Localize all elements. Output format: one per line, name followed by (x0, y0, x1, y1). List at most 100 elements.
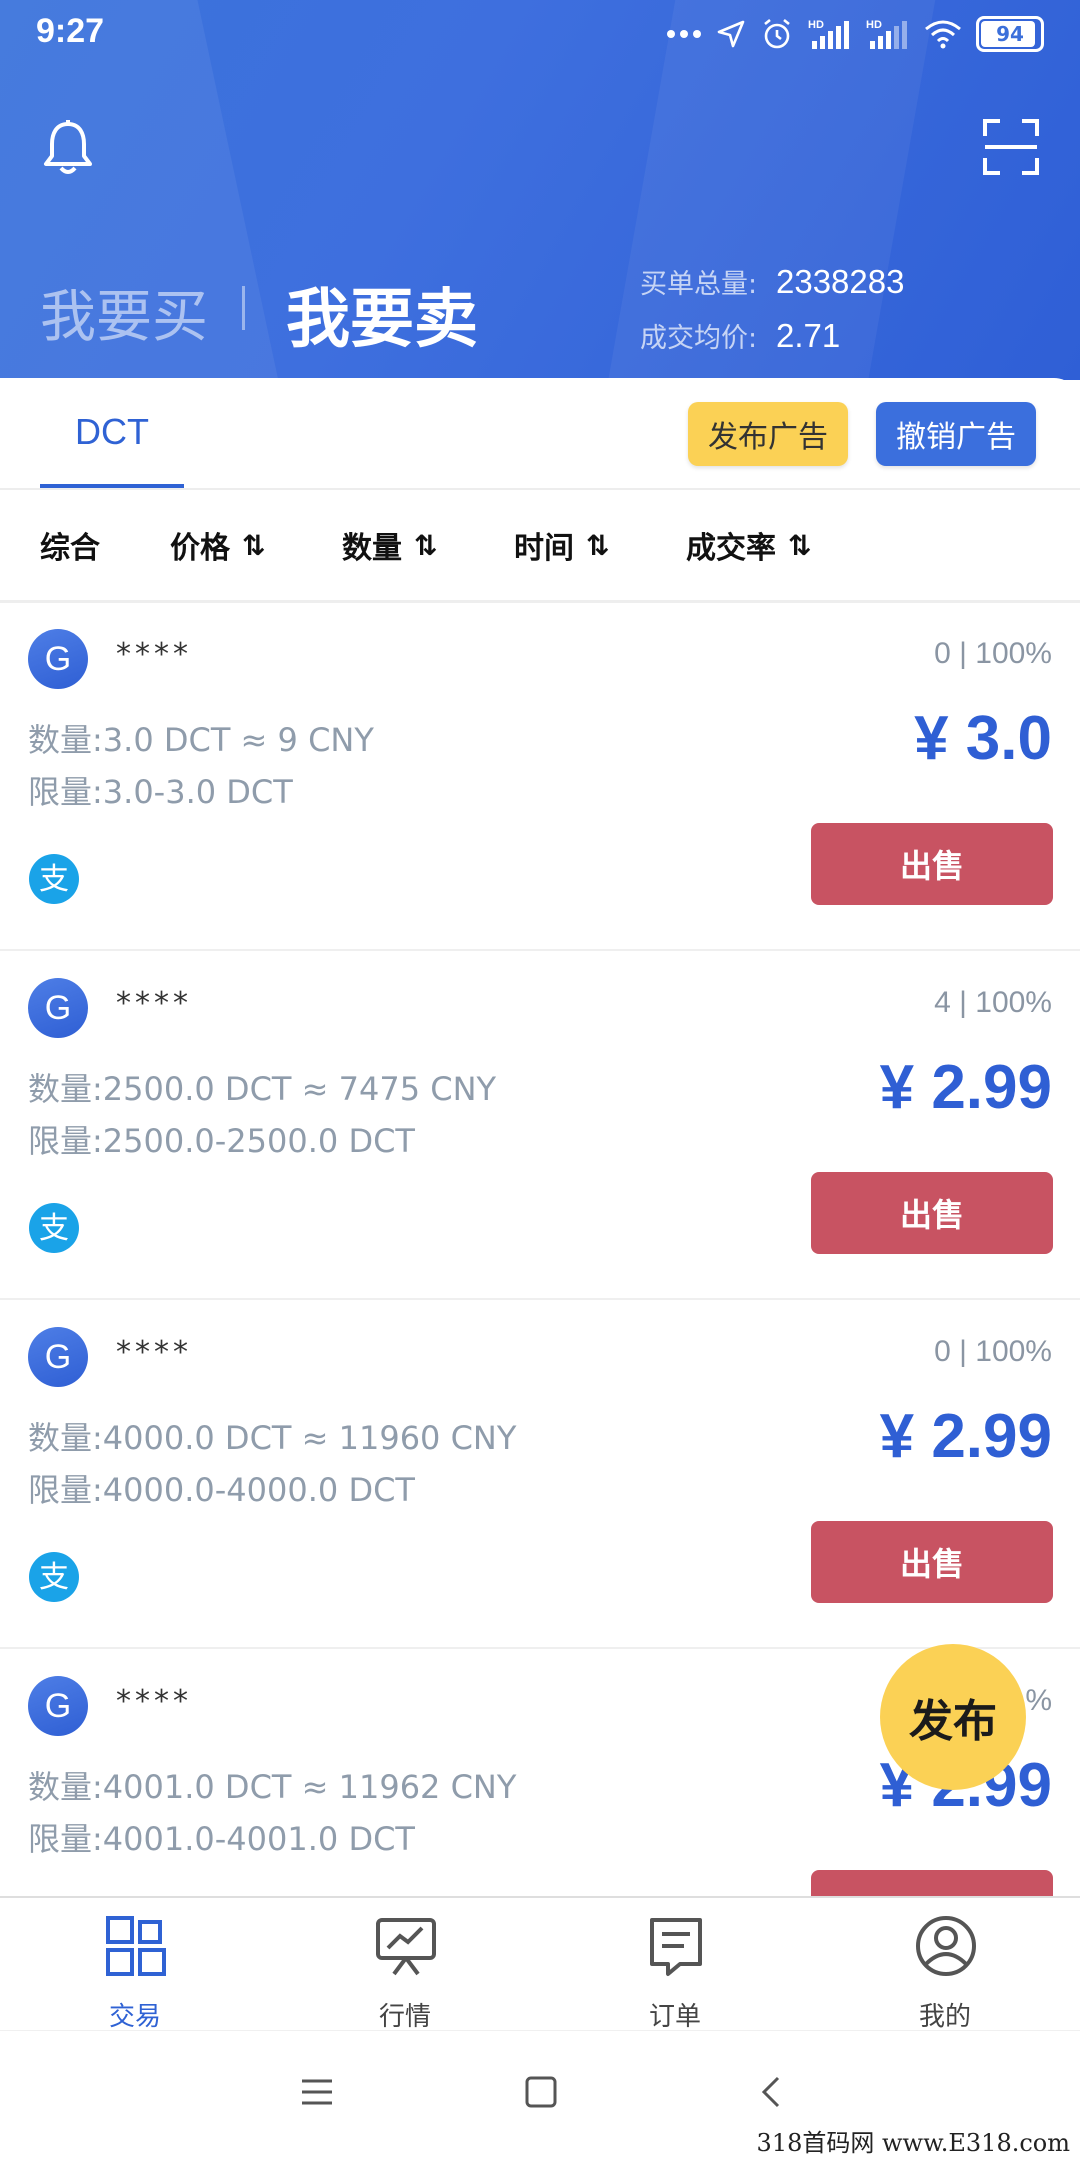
sell-button[interactable]: 出售 (811, 1172, 1053, 1254)
publish-ad-button[interactable]: 发布广告 (688, 402, 848, 466)
sort-overall[interactable]: 综合 (40, 490, 100, 600)
sort-bar: 综合 价格 ⇅ 数量 ⇅ 时间 ⇅ 成交率 ⇅ (0, 490, 1080, 603)
header: 9:27 HD HD 94 我要买 我要卖 买单总量: 2338283 成交均价… (0, 0, 1080, 380)
price: ¥ 3.0 (914, 704, 1052, 773)
trade-stats: 0 | 100% (934, 637, 1052, 670)
tab-active-indicator (40, 484, 184, 488)
hd-label: HD (866, 19, 882, 31)
avatar: G (28, 1676, 88, 1736)
limit-text: 限量:4000.0-4000.0 DCT (28, 1471, 415, 1509)
sort-arrows-icon: ⇅ (414, 528, 438, 562)
back-icon[interactable] (756, 2075, 790, 2109)
tab-label: 交易 (108, 2002, 161, 2032)
username: **** (116, 637, 192, 672)
status-time: 9:27 (36, 12, 105, 50)
signal-hd-icon: HD (808, 19, 849, 49)
trade-stats: % (1025, 1684, 1052, 1717)
menu-icon[interactable] (300, 2075, 334, 2109)
trade-icon (106, 1916, 166, 1976)
tab-market[interactable]: 行情 (270, 1898, 540, 2032)
quantity-text: 数量:3.0 DCT ≈ 9 CNY (28, 721, 374, 759)
tab-label: 订单 (648, 2002, 701, 2032)
tab-dct[interactable]: DCT (40, 378, 184, 486)
sort-label: 综合 (40, 531, 100, 566)
watermark: 318首码网 www.E318.com (752, 2123, 1074, 2158)
more-dots-icon (667, 30, 701, 38)
sort-price[interactable]: 价格 ⇅ (170, 490, 266, 600)
trade-stats: 4 | 100% (934, 986, 1052, 1019)
coin-tabs-row: DCT 发布广告 撤销广告 (0, 378, 1080, 490)
bottom-tab-bar: 交易 行情 订单 我的 (0, 1896, 1080, 2032)
stat-value: 2.71 (776, 317, 841, 354)
stat-row-avg-price: 成交均价: 2.71 (640, 316, 904, 370)
sort-time[interactable]: 时间 ⇅ (514, 490, 610, 600)
sort-arrows-icon: ⇅ (242, 528, 266, 562)
sort-label: 成交率 (686, 531, 776, 566)
sort-arrows-icon: ⇅ (586, 528, 610, 562)
quantity-text: 数量:4001.0 DCT ≈ 11962 CNY (28, 1768, 517, 1806)
limit-text: 限量:4001.0-4001.0 DCT (28, 1820, 415, 1858)
price: ¥ 2.99 (879, 1402, 1052, 1471)
trade-stats: 0 | 100% (934, 1335, 1052, 1368)
sort-quantity[interactable]: 数量 ⇅ (342, 490, 438, 600)
sell-button[interactable]: 出售 (811, 823, 1053, 905)
home-icon[interactable] (524, 2075, 558, 2109)
price: ¥ 2.99 (879, 1053, 1052, 1122)
battery-indicator: 94 (976, 16, 1044, 52)
sell-button[interactable]: 出售 (811, 1521, 1053, 1603)
listing-card: G **** 4 | 100% 数量:2500.0 DCT ≈ 7475 CNY… (0, 950, 1080, 1300)
scan-icon[interactable] (982, 118, 1040, 176)
location-arrow-icon (717, 20, 745, 48)
sort-arrows-icon: ⇅ (788, 528, 812, 562)
listing-card: G **** 0 | 100% 数量:3.0 DCT ≈ 9 CNY 限量:3.… (0, 601, 1080, 951)
sort-label: 时间 (514, 531, 574, 566)
status-icons: HD HD 94 (666, 14, 1044, 54)
sort-label: 数量 (342, 531, 402, 566)
signal-hd-icon-2: HD (866, 19, 907, 49)
tab-trade[interactable]: 交易 (0, 1898, 270, 2032)
tab-label: 我的 (918, 2002, 971, 2032)
mode-sell-tab[interactable]: 我要卖 (286, 268, 478, 360)
pay-glyph: 支 (39, 1560, 69, 1595)
stat-row-total-buy: 买单总量: 2338283 (640, 262, 904, 316)
quantity-text: 数量:4000.0 DCT ≈ 11960 CNY (28, 1419, 517, 1457)
bell-icon[interactable] (40, 118, 96, 178)
pay-glyph: 支 (39, 862, 69, 897)
hd-label: HD (808, 19, 824, 31)
alipay-icon: 支 (29, 1203, 79, 1253)
username: **** (116, 1684, 192, 1719)
quantity-text: 数量:2500.0 DCT ≈ 7475 CNY (28, 1070, 497, 1108)
alarm-icon (764, 18, 790, 49)
tab-profile[interactable]: 我的 (810, 1898, 1080, 2032)
publish-fab-button[interactable]: 发布 (880, 1644, 1026, 1790)
status-bar: 9:27 HD HD 94 (0, 0, 1080, 70)
tab-orders[interactable]: 订单 (540, 1898, 810, 2032)
market-stats: 买单总量: 2338283 成交均价: 2.71 (640, 262, 904, 370)
limit-text: 限量:2500.0-2500.0 DCT (28, 1122, 415, 1160)
stat-value: 2338283 (776, 263, 905, 300)
sort-completion-rate[interactable]: 成交率 ⇅ (686, 490, 812, 600)
stat-label: 成交均价: (640, 323, 758, 354)
profile-icon (916, 1916, 976, 1976)
avatar: G (28, 1327, 88, 1387)
avatar: G (28, 629, 88, 689)
cancel-ad-button[interactable]: 撤销广告 (876, 402, 1036, 466)
sort-label: 价格 (170, 531, 230, 566)
order-icon (650, 1918, 702, 1976)
avatar: G (28, 978, 88, 1038)
alipay-icon: 支 (29, 854, 79, 904)
username: **** (116, 1335, 192, 1370)
mode-buy-tab[interactable]: 我要买 (40, 272, 208, 353)
limit-text: 限量:3.0-3.0 DCT (28, 773, 293, 811)
alipay-icon: 支 (29, 1552, 79, 1602)
sell-button[interactable]: 出售 (811, 1870, 1053, 1898)
stat-label: 买单总量: (640, 269, 758, 300)
username: **** (116, 986, 192, 1021)
battery-level: 94 (996, 22, 1024, 46)
market-chart-icon (376, 1918, 436, 1976)
tab-label: 行情 (378, 2002, 431, 2032)
mode-divider (242, 286, 245, 330)
listing-card: G **** 0 | 100% 数量:4000.0 DCT ≈ 11960 CN… (0, 1299, 1080, 1649)
pay-glyph: 支 (39, 1211, 69, 1246)
wifi-icon (925, 20, 961, 49)
